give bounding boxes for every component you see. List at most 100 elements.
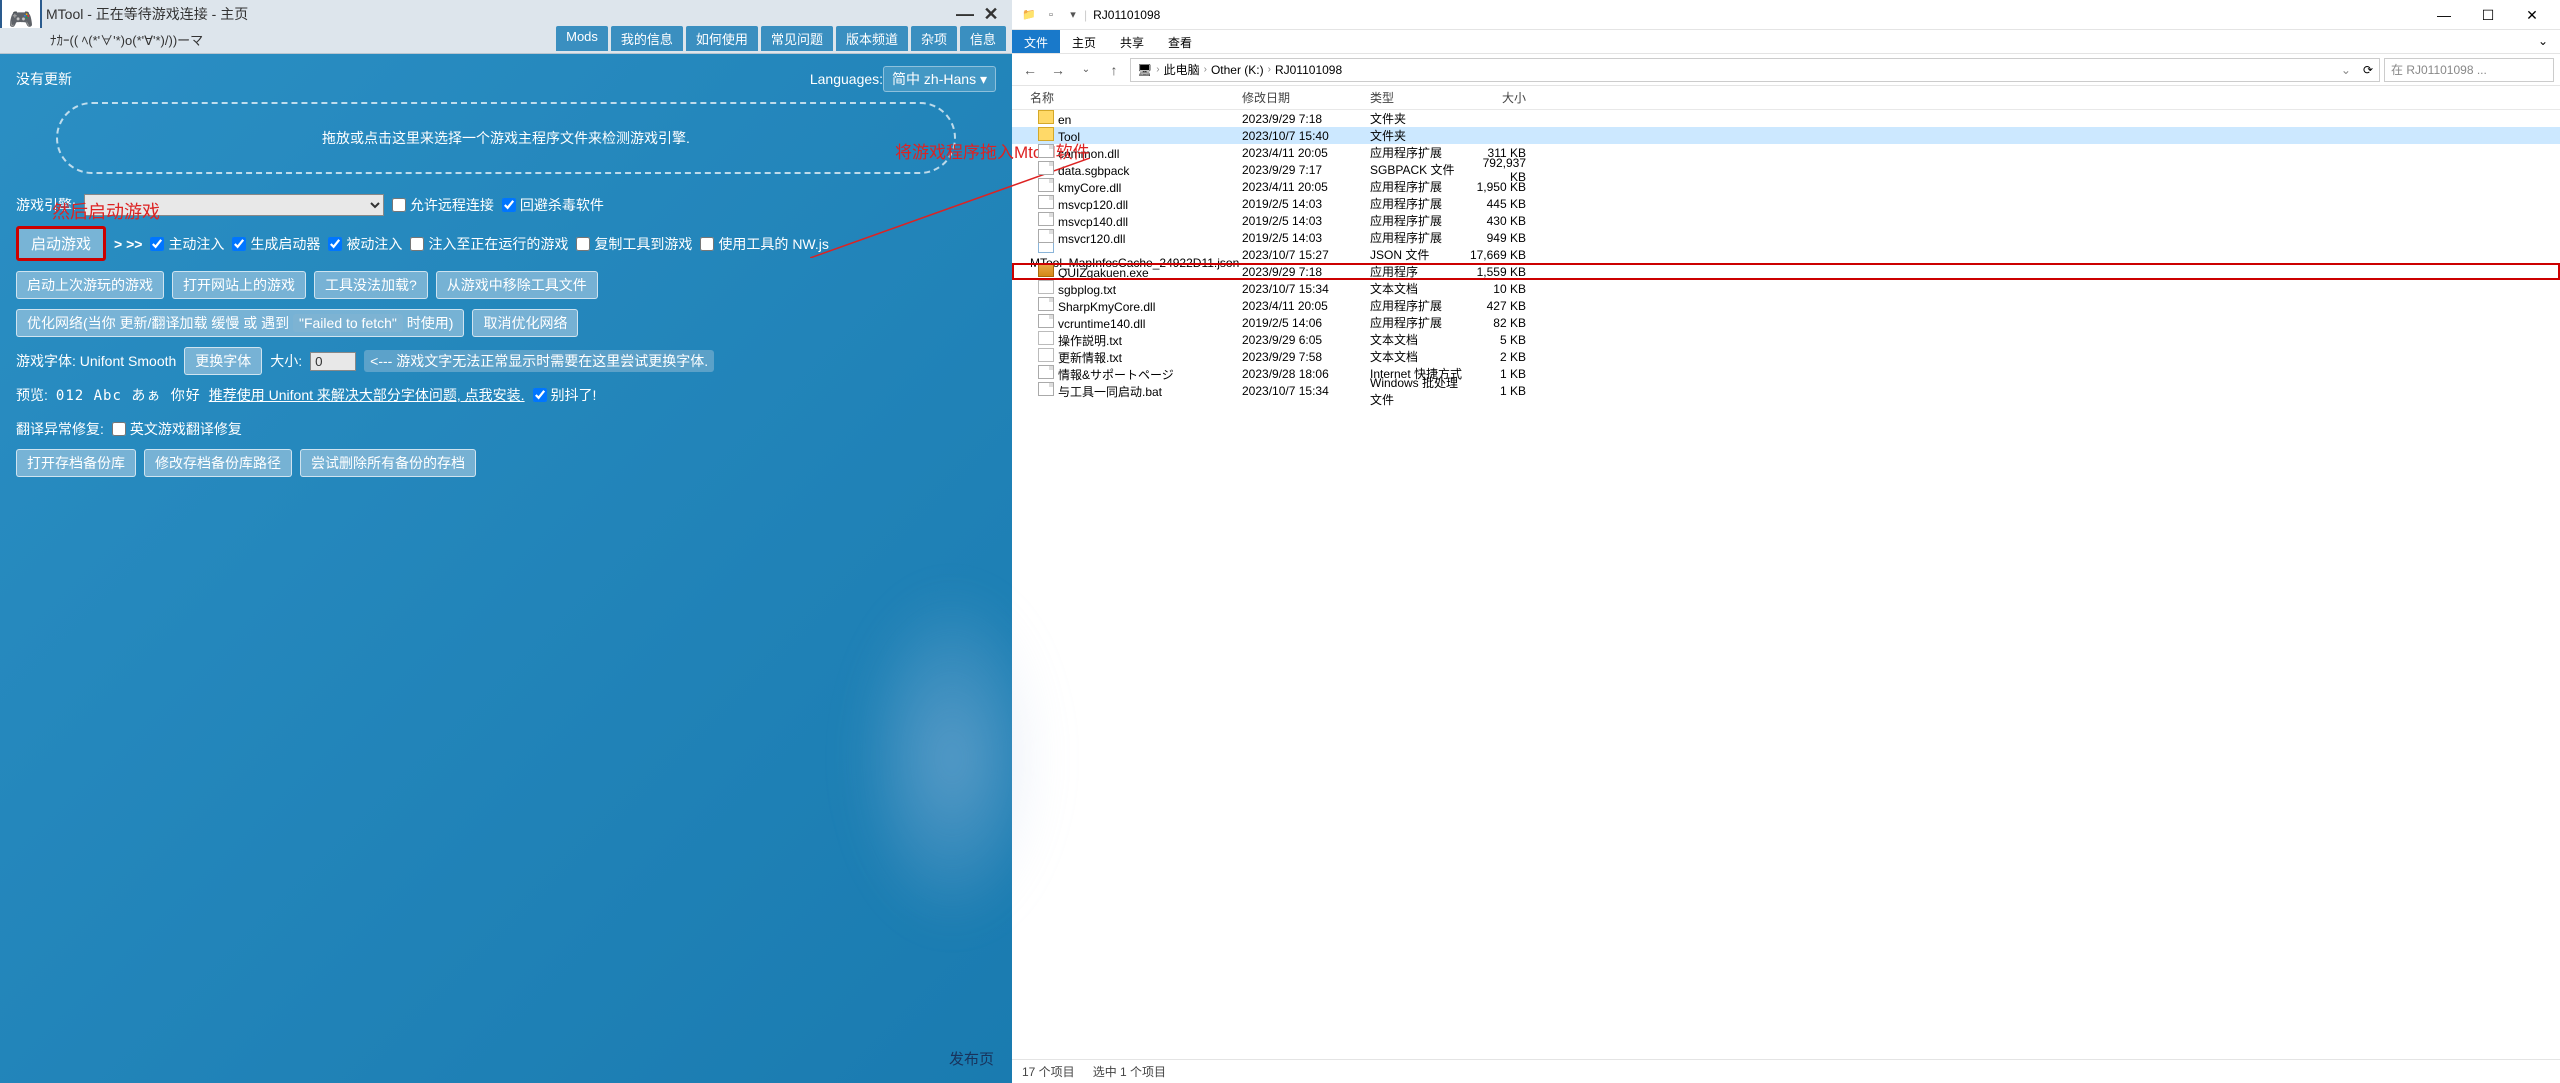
lang-label: Languages: (810, 71, 883, 87)
bg-blur (852, 583, 1052, 933)
file-row[interactable]: msvcp120.dll2019/2/5 14:03应用程序扩展445 KB (1012, 195, 2560, 212)
close-button[interactable]: ✕ (978, 4, 1004, 25)
tab-share[interactable]: 共享 (1108, 30, 1156, 53)
open-save-button[interactable]: 打开存档备份库 (16, 449, 136, 477)
tab-home[interactable]: 主页 (1060, 30, 1108, 53)
active-inject-checkbox[interactable]: 主动注入 (150, 234, 224, 254)
file-row[interactable]: QUIZgakuen.exe2023/9/29 7:18应用程序1,559 KB (1012, 263, 2560, 280)
use-nwjs-checkbox[interactable]: 使用工具的 NW.js (700, 234, 828, 254)
remove-tool-button[interactable]: 从游戏中移除工具文件 (436, 271, 598, 299)
tab-mods[interactable]: Mods (556, 26, 608, 51)
dropzone[interactable]: 拖放或点击这里来选择一个游戏主程序文件来检测游戏引擎. (56, 102, 956, 174)
crumb-folder[interactable]: RJ01101098 (1275, 63, 1342, 77)
minimize-button[interactable]: — (952, 4, 978, 25)
size-label: 大小: (270, 351, 302, 371)
no-shake-checkbox[interactable]: 别抖了! (533, 385, 597, 405)
file-row[interactable]: msvcr120.dll2019/2/5 14:03应用程序扩展949 KB (1012, 229, 2560, 246)
file-row[interactable]: kmyCore.dll2023/4/11 20:05应用程序扩展1,950 KB (1012, 178, 2560, 195)
tab-version[interactable]: 版本频道 (836, 26, 908, 51)
back-button[interactable]: ← (1018, 58, 1042, 82)
start-last-button[interactable]: 启动上次游玩的游戏 (16, 271, 164, 299)
search-input[interactable]: 在 RJ01101098 ... (2384, 58, 2554, 82)
file-icon (1038, 314, 1054, 328)
optimize-net-button[interactable]: 优化网络(当你 更新/翻译加载 缓慢 或 遇到 "Failed to fetch… (16, 309, 464, 337)
qat-icon[interactable]: ▫ (1043, 7, 1059, 23)
file-row[interactable]: msvcp140.dll2019/2/5 14:03应用程序扩展430 KB (1012, 212, 2560, 229)
en-trans-fix-checkbox[interactable]: 英文游戏翻译修复 (112, 419, 242, 439)
change-font-button[interactable]: 更换字体 (184, 347, 262, 375)
file-row[interactable]: 更新情報.txt2023/9/29 7:58文本文档2 KB (1012, 348, 2560, 365)
tool-fail-button[interactable]: 工具没法加载? (314, 271, 428, 299)
publish-link[interactable]: 发布页 (949, 1048, 994, 1069)
refresh-icon[interactable]: ⟳ (2363, 63, 2373, 77)
tab-myinfo[interactable]: 我的信息 (611, 26, 683, 51)
font-hint: <--- 游戏文字无法正常显示时需要在这里尝试更换字体. (364, 350, 714, 372)
start-game-button[interactable]: 启动游戏 (16, 226, 106, 261)
file-row[interactable]: 操作説明.txt2023/9/29 6:05文本文档5 KB (1012, 331, 2560, 348)
explorer-titlebar: 📁 ▫ ▾ | RJ01101098 — ☐ ✕ (1012, 0, 2560, 30)
crumb-drive[interactable]: Other (K:) (1211, 63, 1264, 77)
font-size-input[interactable] (310, 352, 356, 371)
exp-minimize-button[interactable]: — (2422, 1, 2466, 29)
ribbon-expand-icon[interactable]: ⌄ (2526, 30, 2560, 53)
mtool-window: 🎮 MTool - 正在等待游戏连接 - 主页 — ✕ ﾅｶｰ(( ﾍ(*'∀'… (0, 0, 1012, 1083)
file-icon (1038, 195, 1054, 209)
cancel-opt-button[interactable]: 取消优化网络 (472, 309, 578, 337)
file-row[interactable]: data.sgbpack2023/9/29 7:17SGBPACK 文件792,… (1012, 161, 2560, 178)
qat-dropdown-icon[interactable]: ▾ (1065, 7, 1081, 23)
subtitle-text: ﾅｶｰ(( ﾍ(*'∀'*)o(*'∀'*)/))ーマ (50, 33, 203, 48)
annotation-start: 然后启动游戏 (52, 198, 160, 224)
address-bar[interactable]: 🖥 › 此电脑 › Other (K:) › RJ01101098 ⌄ ⟳ (1130, 58, 2380, 82)
avoid-av-checkbox[interactable]: 回避杀毒软件 (502, 195, 604, 215)
unifont-link[interactable]: 推荐使用 Unifont 来解决大部分字体问题, 点我安装. (209, 385, 525, 405)
column-headers: 名称 修改日期 类型 大小 (1012, 86, 2560, 110)
file-row[interactable]: common.dll2023/4/11 20:05应用程序扩展311 KB (1012, 144, 2560, 161)
file-row[interactable]: vcruntime140.dll2019/2/5 14:06应用程序扩展82 K… (1012, 314, 2560, 331)
recent-dropdown-icon[interactable]: ⌄ (1074, 58, 1098, 82)
copy-tool-checkbox[interactable]: 复制工具到游戏 (576, 234, 692, 254)
inject-running-checkbox[interactable]: 注入至正在运行的游戏 (410, 234, 568, 254)
passive-inject-checkbox[interactable]: 被动注入 (328, 234, 402, 254)
file-row[interactable]: 与工具一同启动.bat2023/10/7 15:34Windows 批处理文件1… (1012, 382, 2560, 399)
language-select[interactable]: 简中 zh-Hans ▾ (883, 66, 996, 92)
annotation-drag: 将游戏程序拖入Mtool软件 (895, 138, 1090, 163)
col-name[interactable]: 名称 (1012, 89, 1242, 106)
trans-fix-label: 翻译异常修复: (16, 419, 104, 439)
tab-howto[interactable]: 如何使用 (686, 26, 758, 51)
tab-file[interactable]: 文件 (1012, 30, 1060, 53)
gen-launcher-checkbox[interactable]: 生成启动器 (232, 234, 320, 254)
col-size[interactable]: 大小 (1468, 89, 1538, 106)
explorer-window: 📁 ▫ ▾ | RJ01101098 — ☐ ✕ 文件 主页 共享 查看 ⌄ ←… (1012, 0, 2560, 1083)
preview-text: 012 Abc あぁ 你好 (56, 385, 201, 405)
dropzone-text: 拖放或点击这里来选择一个游戏主程序文件来检测游戏引擎. (322, 130, 690, 146)
file-icon (1038, 144, 1054, 158)
pc-icon: 🖥 (1137, 63, 1152, 77)
file-icon (1038, 212, 1054, 226)
file-row[interactable]: en2023/9/29 7:18文件夹 (1012, 110, 2560, 127)
exp-close-button[interactable]: ✕ (2510, 1, 2554, 29)
explorer-title-text: RJ01101098 (1093, 8, 1160, 22)
file-row[interactable]: MTool_MapInfosCache_24922D11.json2023/10… (1012, 246, 2560, 263)
selected-count: 选中 1 个项目 (1093, 1063, 1166, 1080)
file-row[interactable]: Tool2023/10/7 15:40文件夹 (1012, 127, 2560, 144)
file-icon (1038, 178, 1054, 192)
col-date[interactable]: 修改日期 (1242, 89, 1370, 106)
tab-info[interactable]: 信息 (960, 26, 1006, 51)
file-row[interactable]: SharpKmyCore.dll2023/4/11 20:05应用程序扩展427… (1012, 297, 2560, 314)
forward-button[interactable]: → (1046, 58, 1070, 82)
tab-view[interactable]: 查看 (1156, 30, 1204, 53)
mod-save-button[interactable]: 修改存档备份库路径 (144, 449, 292, 477)
open-web-button[interactable]: 打开网站上的游戏 (172, 271, 306, 299)
nav-bar: ← → ⌄ ↑ 🖥 › 此电脑 › Other (K:) › RJ0110109… (1012, 54, 2560, 86)
up-button[interactable]: ↑ (1102, 58, 1126, 82)
tab-misc[interactable]: 杂项 (911, 26, 957, 51)
addr-dropdown-icon[interactable]: ⌄ (2341, 63, 2351, 77)
exp-maximize-button[interactable]: ☐ (2466, 1, 2510, 29)
file-row[interactable]: sgbplog.txt2023/10/7 15:34文本文档10 KB (1012, 280, 2560, 297)
tab-faq[interactable]: 常见问题 (761, 26, 833, 51)
col-type[interactable]: 类型 (1370, 89, 1468, 106)
crumb-pc[interactable]: 此电脑 (1164, 61, 1200, 78)
file-row[interactable]: 情報&サポートページ2023/9/28 18:06Internet 快捷方式1 … (1012, 365, 2560, 382)
del-save-button[interactable]: 尝试删除所有备份的存档 (300, 449, 476, 477)
allow-remote-checkbox[interactable]: 允许远程连接 (392, 195, 494, 215)
